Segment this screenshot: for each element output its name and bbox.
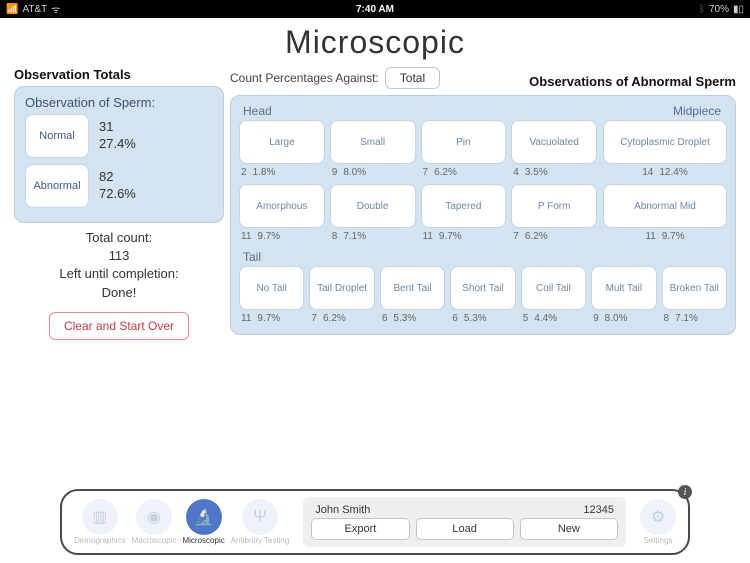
battery-pct: 70%: [709, 4, 729, 15]
head-group-label: Head: [243, 104, 597, 118]
left-until-value: Done!: [14, 284, 224, 302]
observation-totals-panel: Observation of Sperm: Normal 31 27.4% Ab…: [14, 86, 224, 223]
tab-microscopic[interactable]: 🔬 Microscopic: [182, 499, 224, 545]
head-amorphous-button[interactable]: Amorphous: [239, 184, 325, 228]
patient-id: 12345: [583, 504, 614, 516]
tab-antibody-testing[interactable]: Ψ Antibody Testing: [231, 499, 290, 545]
left-until-label: Left until completion:: [14, 265, 224, 283]
normal-count: 31: [99, 119, 136, 136]
carrier-label: AT&T: [22, 4, 47, 15]
tab-demographics[interactable]: ▥ Demographics: [74, 499, 126, 545]
tail-notail-button[interactable]: No Tail: [239, 266, 304, 310]
count-against-button[interactable]: Total: [385, 67, 440, 89]
tail-droplet-button[interactable]: Tail Droplet: [309, 266, 374, 310]
tail-bent-button[interactable]: Bent Tail: [380, 266, 445, 310]
status-time: 7:40 AM: [252, 4, 498, 15]
microscope-icon: 🔬: [194, 507, 214, 527]
abnormal-pct: 72.6%: [99, 186, 136, 203]
tab-settings[interactable]: ⚙ Settings: [640, 499, 676, 545]
antibody-icon: Ψ: [253, 508, 266, 526]
signal-icon: 📶: [6, 4, 18, 15]
abnormal-count: 82: [99, 169, 136, 186]
tail-coil-button[interactable]: Coil Tail: [521, 266, 586, 310]
mid-cyto-droplet-button[interactable]: Cytoplasmic Droplet: [603, 120, 727, 164]
head-double-button[interactable]: Double: [330, 184, 416, 228]
count-against-label: Count Percentages Against:: [230, 71, 379, 85]
tail-mult-button[interactable]: Mult Tail: [591, 266, 656, 310]
eye-icon: ◉: [147, 507, 161, 527]
bar-chart-icon: ▥: [92, 507, 107, 527]
patient-bar: John Smith 12345 Export Load New: [303, 497, 626, 547]
info-icon[interactable]: i: [678, 485, 692, 499]
head-small-button[interactable]: Small: [330, 120, 416, 164]
head-pform-button[interactable]: P Form: [511, 184, 597, 228]
bluetooth-icon: ᛒ: [699, 4, 705, 15]
wifi-icon: ᯤ: [51, 2, 60, 16]
mid-abnormal-button[interactable]: Abnormal Mid: [603, 184, 727, 228]
normal-button[interactable]: Normal: [25, 114, 89, 158]
observation-totals-heading: Observation Totals: [14, 67, 224, 82]
total-count-label: Total count:: [14, 229, 224, 247]
abnormal-button[interactable]: Abnormal: [25, 164, 89, 208]
head-tapered-button[interactable]: Tapered: [421, 184, 507, 228]
export-button[interactable]: Export: [311, 518, 409, 540]
total-count-value: 113: [14, 247, 224, 265]
status-bar: 📶 AT&T ᯤ 7:40 AM ᛒ 70% ▮▯: [0, 0, 750, 18]
new-button[interactable]: New: [520, 518, 618, 540]
bottom-toolbar: i ▥ Demographics ◉ Macroscopic 🔬 Microsc…: [60, 489, 690, 555]
tab-macroscopic[interactable]: ◉ Macroscopic: [132, 499, 177, 545]
patient-name: John Smith: [315, 504, 370, 516]
midpiece-group-label: Midpiece: [607, 104, 727, 118]
observation-of-sperm-label: Observation of Sperm:: [25, 95, 213, 110]
head-large-button[interactable]: Large: [239, 120, 325, 164]
head-vacuolated-button[interactable]: Vacuolated: [511, 120, 597, 164]
normal-pct: 27.4%: [99, 136, 136, 153]
tail-group-label: Tail: [243, 250, 727, 264]
tail-short-button[interactable]: Short Tail: [450, 266, 515, 310]
abnormal-panel: Head Large21.8% Small98.0% Pin76.2% Vacu…: [230, 95, 736, 335]
abnormal-observations-heading: Observations of Abnormal Sperm: [529, 74, 736, 89]
battery-icon: ▮▯: [733, 4, 744, 15]
clear-start-over-button[interactable]: Clear and Start Over: [49, 312, 189, 340]
gear-icon: ⚙: [651, 507, 665, 527]
head-pin-button[interactable]: Pin: [421, 120, 507, 164]
tail-broken-button[interactable]: Broken Tail: [662, 266, 727, 310]
load-button[interactable]: Load: [416, 518, 514, 540]
page-title: Microscopic: [0, 24, 750, 61]
